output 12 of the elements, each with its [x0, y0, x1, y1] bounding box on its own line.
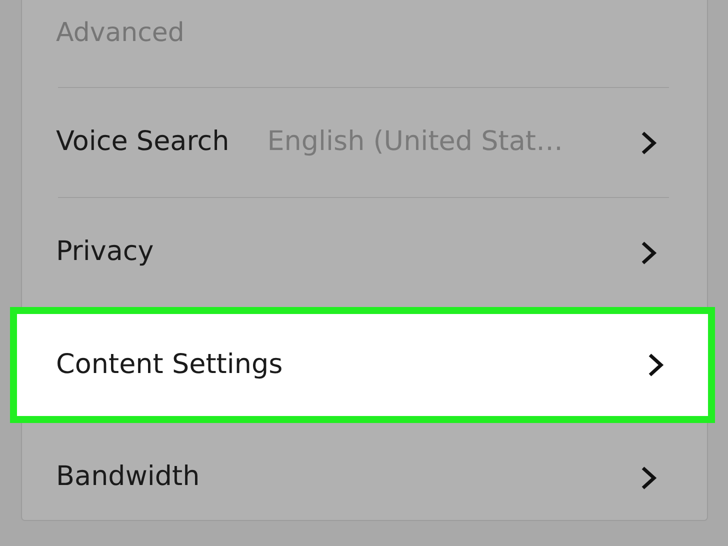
row-label: Bandwidth [56, 460, 200, 494]
highlighted-settings-row[interactable]: Content Settings [10, 307, 715, 423]
chevron-right-icon [640, 130, 658, 156]
chevron-right-icon [640, 240, 658, 266]
row-label: Content Settings [56, 348, 283, 382]
chevron-right-icon [647, 352, 665, 378]
settings-row[interactable]: Bandwidth [22, 423, 707, 532]
row-label: Privacy [56, 235, 154, 270]
row-label: Voice Search [56, 125, 230, 160]
settings-row[interactable]: Privacy [22, 198, 707, 307]
section-header: Advanced [56, 18, 184, 48]
chevron-right-icon [640, 464, 658, 490]
